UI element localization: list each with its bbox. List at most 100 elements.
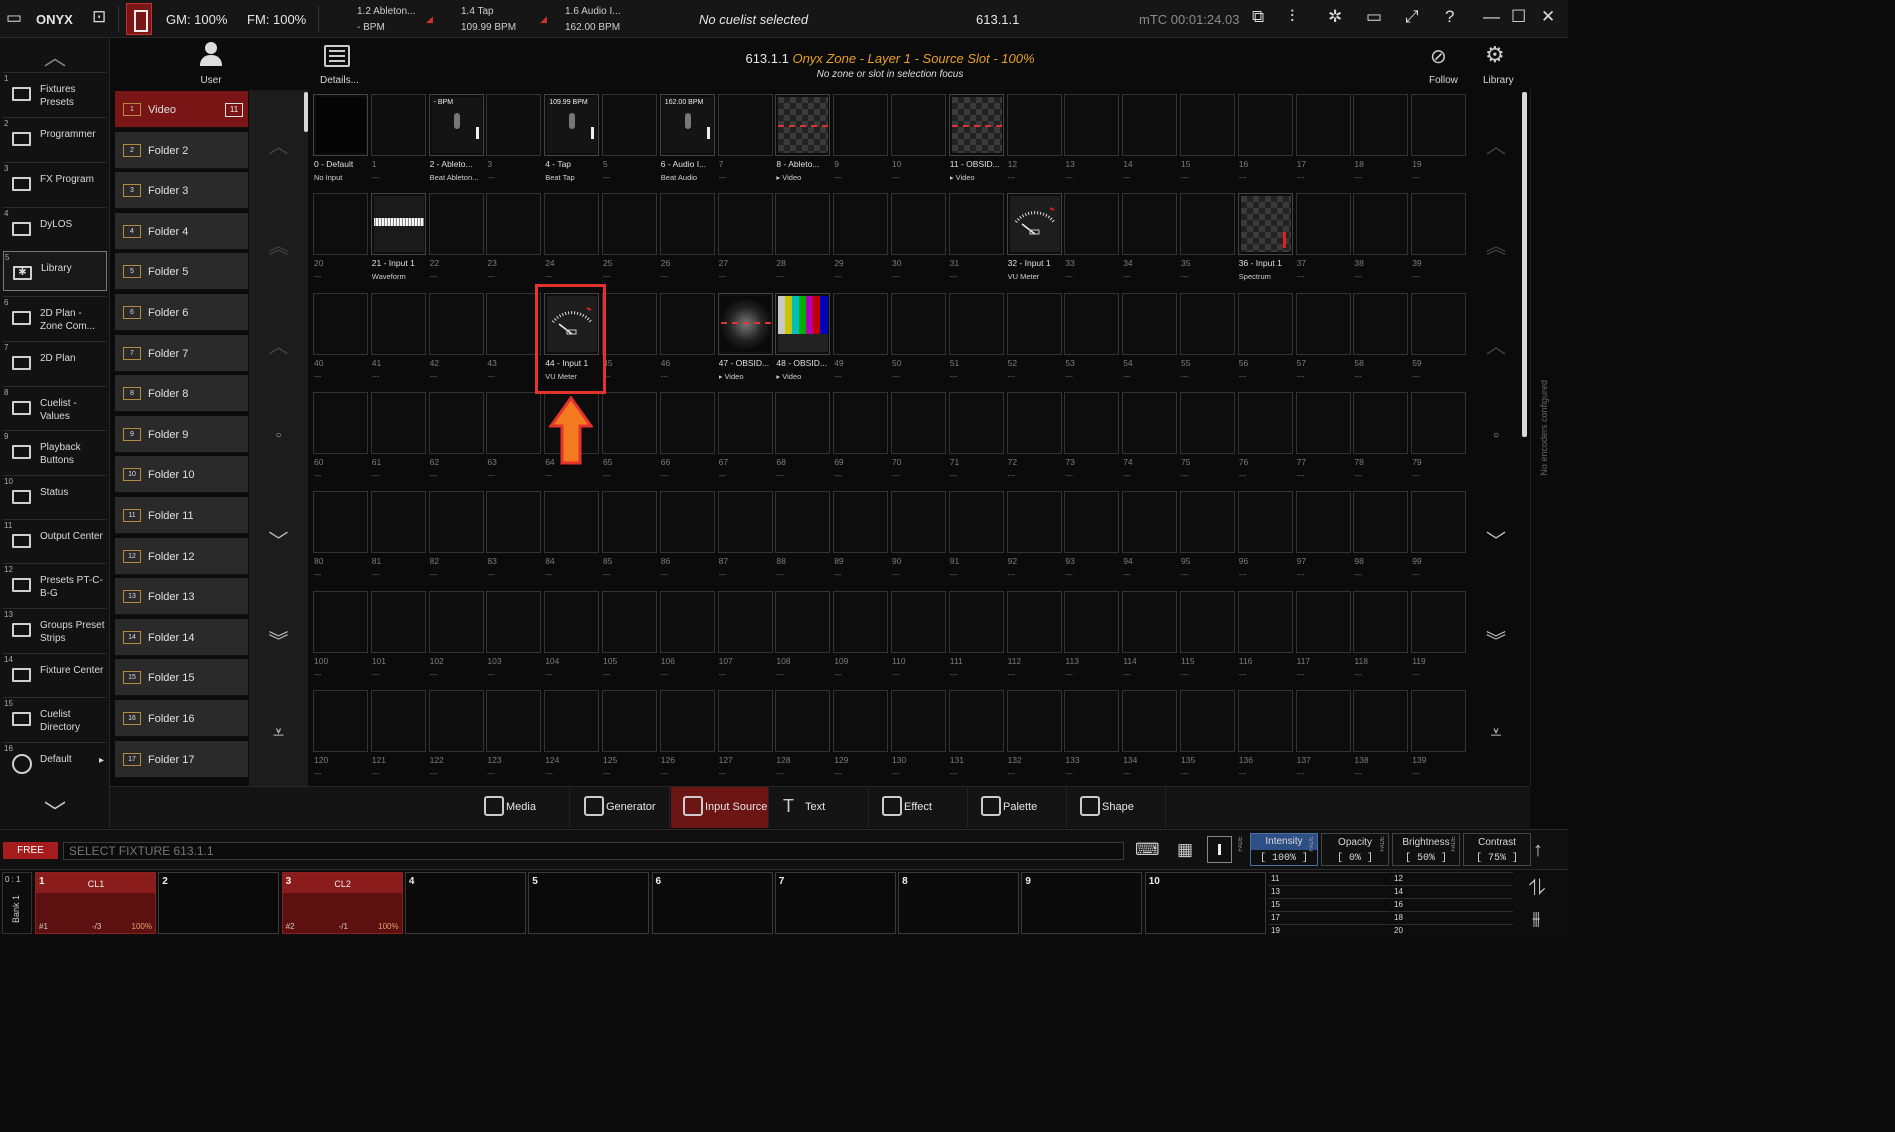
- empty-slot[interactable]: [1122, 94, 1178, 156]
- folder-scroll-thumb[interactable]: [304, 92, 308, 132]
- empty-slot[interactable]: [1122, 590, 1178, 653]
- playback-8[interactable]: 8: [898, 872, 1020, 934]
- sidebar-item-fx-program[interactable]: 3 FX Program: [3, 162, 107, 202]
- empty-slot[interactable]: [370, 590, 426, 653]
- intensity-toggle-button[interactable]: [1207, 836, 1232, 863]
- eye-off-icon[interactable]: ⊘: [1430, 44, 1447, 69]
- sidebar-item-2d-plan[interactable]: 7 2D Plan: [3, 341, 107, 381]
- empty-slot[interactable]: [313, 590, 368, 653]
- empty-slot[interactable]: [659, 689, 715, 752]
- empty-slot[interactable]: [1411, 94, 1467, 156]
- scroll-top-icon[interactable]: ︿: [249, 130, 308, 159]
- minimize-icon[interactable]: —: [1483, 7, 1500, 27]
- page-up-icon[interactable]: ︽: [1470, 230, 1522, 259]
- playback-2[interactable]: 2: [158, 872, 280, 934]
- empty-slot[interactable]: [370, 292, 426, 355]
- empty-slot[interactable]: [948, 590, 1004, 653]
- folder-item[interactable]: 17 Folder 17: [115, 740, 248, 778]
- source-slot-11[interactable]: [948, 94, 1004, 156]
- empty-slot[interactable]: [1411, 590, 1467, 653]
- library-label[interactable]: Library: [1483, 75, 1514, 86]
- details-icon[interactable]: [324, 45, 350, 67]
- mixer-icon[interactable]: ⫵: [1532, 908, 1540, 929]
- sidebar-scroll-down-icon[interactable]: ﹀: [0, 795, 110, 825]
- empty-slot[interactable]: [1064, 391, 1120, 454]
- folder-item[interactable]: 4 Folder 4: [115, 212, 248, 250]
- folder-item[interactable]: 3 Folder 3: [115, 172, 248, 210]
- empty-slot[interactable]: [1353, 590, 1409, 653]
- help-icon[interactable]: ?: [1445, 7, 1454, 27]
- empty-slot[interactable]: [659, 193, 715, 256]
- mini-playback-13[interactable]: 13: [1268, 885, 1390, 898]
- empty-slot[interactable]: [486, 193, 542, 256]
- sidebar-item-cuelist-values[interactable]: 8 Cuelist - Values: [3, 386, 107, 426]
- empty-slot[interactable]: [313, 491, 368, 554]
- empty-slot[interactable]: [833, 193, 889, 256]
- empty-slot[interactable]: [775, 391, 831, 454]
- empty-slot[interactable]: [891, 292, 946, 355]
- scroll-bottom-icon[interactable]: ⩡: [249, 722, 308, 745]
- empty-slot[interactable]: [1122, 491, 1178, 554]
- empty-slot[interactable]: [833, 689, 889, 752]
- empty-slot[interactable]: [1006, 590, 1062, 653]
- empty-slot[interactable]: [1064, 590, 1120, 653]
- empty-slot[interactable]: [1180, 689, 1235, 752]
- empty-slot[interactable]: [659, 391, 715, 454]
- empty-slot[interactable]: [1006, 391, 1062, 454]
- sidebar-item-output-center[interactable]: 11 Output Center: [3, 519, 107, 559]
- bank-selector[interactable]: 0 : 1 Bank 1: [2, 872, 32, 934]
- empty-slot[interactable]: [1180, 94, 1235, 156]
- tab-media[interactable]: Media: [472, 787, 570, 828]
- empty-slot[interactable]: [602, 193, 657, 256]
- empty-slot[interactable]: [833, 491, 889, 554]
- page-down-icon[interactable]: ︾: [249, 625, 308, 654]
- empty-slot[interactable]: [775, 491, 831, 554]
- blackout-button[interactable]: [126, 3, 152, 35]
- empty-slot[interactable]: [313, 292, 368, 355]
- flash-master[interactable]: FM: 100%: [247, 12, 306, 27]
- empty-slot[interactable]: [428, 193, 484, 256]
- sidebar-item-cuelist-directory[interactable]: 15 Cuelist Directory: [3, 697, 107, 737]
- folder-item[interactable]: 7 Folder 7: [115, 334, 248, 372]
- source-slot-0[interactable]: [313, 94, 368, 156]
- empty-slot[interactable]: [1237, 590, 1293, 653]
- empty-slot[interactable]: [428, 491, 484, 554]
- sidebar-item-2d-plan-zone-com[interactable]: 6 2D Plan - Zone Com...: [3, 296, 107, 336]
- empty-slot[interactable]: [948, 193, 1004, 256]
- empty-slot[interactable]: [1064, 292, 1120, 355]
- empty-slot[interactable]: [1353, 193, 1409, 256]
- playback-4[interactable]: 4: [404, 872, 526, 934]
- folder-item[interactable]: 14 Folder 14: [115, 618, 248, 656]
- empty-slot[interactable]: [1295, 590, 1351, 653]
- source-slot-4[interactable]: 109.99 BPM: [544, 94, 600, 156]
- mini-playback-11[interactable]: 11: [1268, 872, 1390, 885]
- empty-slot[interactable]: [1237, 292, 1293, 355]
- command-line-input[interactable]: [63, 842, 1124, 860]
- empty-slot[interactable]: [602, 391, 657, 454]
- empty-slot[interactable]: [544, 689, 600, 752]
- param-contrast[interactable]: Contrast [ 75% ]: [1463, 833, 1531, 866]
- empty-slot[interactable]: [1006, 491, 1062, 554]
- empty-slot[interactable]: [486, 391, 542, 454]
- empty-slot[interactable]: [1006, 94, 1062, 156]
- empty-slot[interactable]: [1411, 391, 1467, 454]
- free-mode-button[interactable]: FREE: [3, 842, 58, 859]
- folder-item[interactable]: 6 Folder 6: [115, 294, 248, 331]
- mini-playback-18[interactable]: 18: [1391, 911, 1513, 924]
- user-folder-header[interactable]: User: [113, 38, 309, 90]
- source-slot-8[interactable]: [775, 94, 831, 156]
- empty-slot[interactable]: [717, 94, 773, 156]
- empty-slot[interactable]: [948, 292, 1004, 355]
- sidebar-item-fixture-center[interactable]: 14 Fixture Center: [3, 653, 107, 693]
- sidebar-item-programmer[interactable]: 2 Programmer: [3, 117, 107, 157]
- empty-slot[interactable]: [486, 590, 542, 653]
- folder-item[interactable]: 2 Folder 2: [115, 131, 248, 169]
- empty-slot[interactable]: [1064, 689, 1120, 752]
- folder-item[interactable]: 12 Folder 12: [115, 537, 248, 575]
- playback-9[interactable]: 9: [1021, 872, 1143, 934]
- mini-playback-15[interactable]: 15: [1268, 898, 1390, 911]
- page-up-icon[interactable]: ︽: [249, 230, 308, 259]
- param-opacity[interactable]: Opacity [ 0% ]: [1321, 833, 1389, 866]
- empty-slot[interactable]: [602, 94, 657, 156]
- empty-slot[interactable]: [1180, 590, 1235, 653]
